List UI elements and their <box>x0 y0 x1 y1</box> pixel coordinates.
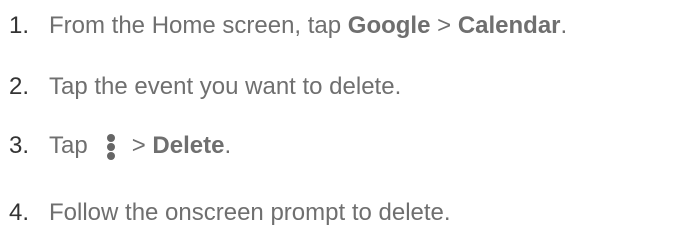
more-vertical-icon <box>106 131 116 161</box>
step-number: 1. <box>9 12 30 39</box>
step-4: 4. Follow the onscreen prompt to delete. <box>9 198 451 228</box>
step-text: Tap the event you want to delete. <box>49 73 402 100</box>
step-3: 3. Tap > Delete. <box>9 131 231 161</box>
step-number: 3. <box>9 132 30 159</box>
step-number: 4. <box>9 199 30 226</box>
step-text: Tap <box>49 132 88 159</box>
step-2: 2. Tap the event you want to delete. <box>9 72 401 102</box>
step-text: Follow the onscreen prompt to delete. <box>49 199 451 226</box>
instruction-steps: 1. From the Home screen, tap Google > Cal… <box>0 0 690 246</box>
step-text: From the Home screen, tap <box>49 12 348 39</box>
bold-text-delete: Delete <box>152 132 225 159</box>
bold-text-google: Google <box>347 12 431 39</box>
step-number: 2. <box>9 73 30 100</box>
separator-text: > <box>131 132 153 159</box>
step-1: 1. From the Home screen, tap Google > Cal… <box>9 11 567 41</box>
bold-text-calendar: Calendar <box>457 12 561 39</box>
separator-text: > <box>430 12 458 39</box>
period-text: . <box>560 12 568 39</box>
period-text: . <box>224 132 232 159</box>
